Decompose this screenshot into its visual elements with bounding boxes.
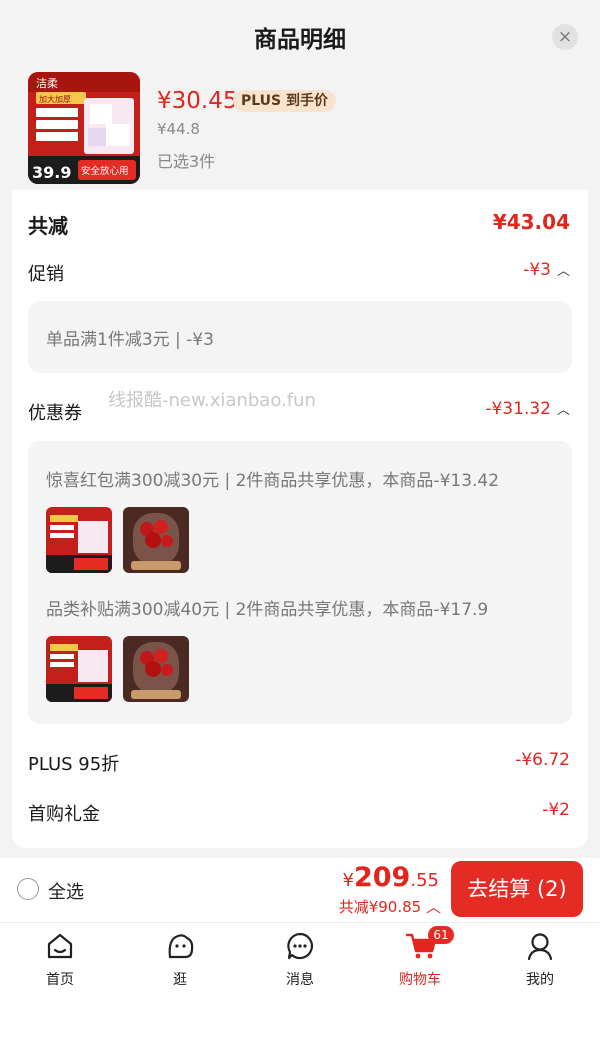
profile-icon — [527, 933, 553, 961]
product-image[interactable]: 洁柔 加大加厚 39.9 安全放心用 — [28, 72, 140, 184]
brand-text: 洁柔 — [36, 77, 58, 90]
total-price: ¥209.55 — [342, 862, 439, 893]
promo-detail: 单品满1件减3元 | -¥3 — [46, 330, 214, 350]
tissue-thumb[interactable] — [46, 636, 112, 702]
select-all-label[interactable]: 全选 — [48, 878, 84, 904]
promo-label: 促销 — [28, 264, 64, 285]
product-price: ¥30.45 — [157, 88, 238, 114]
close-icon: × — [557, 27, 573, 47]
chevron-up-icon: ︿ — [556, 264, 570, 279]
chevron-up-icon: ︿ — [425, 898, 441, 916]
browse-face-icon — [168, 934, 194, 959]
tab-cart[interactable]: 61 购物车 — [370, 923, 470, 1003]
coupon-label: 优惠券 — [28, 403, 82, 424]
checkout-bar: 全选 ¥209.55 共减¥90.85 ︿ 去结算 (2) — [0, 858, 600, 922]
coupon-value: -¥31.32 — [485, 399, 551, 419]
tab-profile[interactable]: 我的 — [490, 923, 590, 1003]
promo-value: -¥3 — [523, 260, 551, 280]
first-gift-value: -¥2 — [542, 800, 570, 820]
sheet-header: 商品明细 × — [0, 0, 600, 72]
promo-detail-box: 单品满1件减3元 | -¥3 — [28, 301, 572, 373]
page-title: 商品明细 — [254, 27, 346, 53]
first-gift-label: 首购礼金 — [28, 804, 100, 825]
tab-browse[interactable]: 逛 — [130, 923, 230, 1003]
checkout-button[interactable]: 去结算 (2) — [451, 861, 583, 917]
message-icon — [287, 932, 314, 960]
total-discount-row: 共减 ¥43.04 — [28, 210, 570, 238]
discount-card: 共减 ¥43.04 促销 -¥3 ︿ 单品满1件减3元 | -¥3 优惠券 -¥3… — [12, 190, 588, 848]
selected-count: 已选3件 — [157, 152, 216, 171]
tab-messages[interactable]: 消息 — [250, 923, 350, 1003]
chevron-up-icon: ︿ — [556, 403, 570, 418]
original-price: ¥44.8 — [157, 120, 200, 138]
select-all-radio[interactable] — [17, 878, 39, 900]
coupon-detail-box: 惊喜红包满300减30元 | 2件商品共享优惠，本商品-¥13.42 品类补贴满… — [28, 441, 572, 724]
total-discount-label: 共减 — [28, 214, 68, 238]
total-saved[interactable]: 共减¥90.85 ︿ — [339, 896, 441, 917]
total-discount-value: ¥43.04 — [492, 210, 570, 234]
svg-text:39.9: 39.9 — [32, 163, 71, 182]
rose-gift-thumb[interactable] — [123, 507, 189, 573]
coupon-detail-1: 惊喜红包满300减30元 | 2件商品共享优惠，本商品-¥13.42 — [46, 471, 500, 491]
plus-price-badge: PLUS 到手价 — [233, 90, 337, 112]
tab-home[interactable]: 首页 — [10, 923, 110, 1003]
svg-text:加大加厚: 加大加厚 — [39, 94, 71, 104]
promo-row[interactable]: 促销 -¥3 ︿ — [28, 260, 570, 285]
tissue-thumb[interactable] — [46, 507, 112, 573]
detail-sheet: 商品明细 × 洁柔 加大加厚 39.9 安全放心用 ¥30.45 PLUS 到手… — [0, 0, 600, 858]
rose-gift-thumb[interactable] — [123, 636, 189, 702]
bottom-tabbar: 首页 逛 消息 61 购物车 我的 — [0, 922, 600, 1040]
coupon-detail-2: 品类补贴满300减40元 | 2件商品共享优惠，本商品-¥17.9 — [46, 600, 489, 620]
home-icon — [47, 933, 73, 959]
plus-discount-value: -¥6.72 — [515, 750, 570, 770]
plus-discount-row: PLUS 95折 -¥6.72 — [28, 750, 570, 775]
cart-count-badge: 61 — [428, 926, 454, 944]
product-summary: 洁柔 加大加厚 39.9 安全放心用 ¥30.45 PLUS 到手价 ¥44.8… — [0, 72, 600, 192]
close-button[interactable]: × — [552, 24, 578, 50]
first-gift-row: 首购礼金 -¥2 — [28, 800, 570, 825]
watermark: 线报酷-new.xianbao.fun — [108, 390, 316, 411]
svg-text:安全放心用: 安全放心用 — [81, 165, 129, 177]
plus-discount-label: PLUS 95折 — [28, 754, 120, 775]
